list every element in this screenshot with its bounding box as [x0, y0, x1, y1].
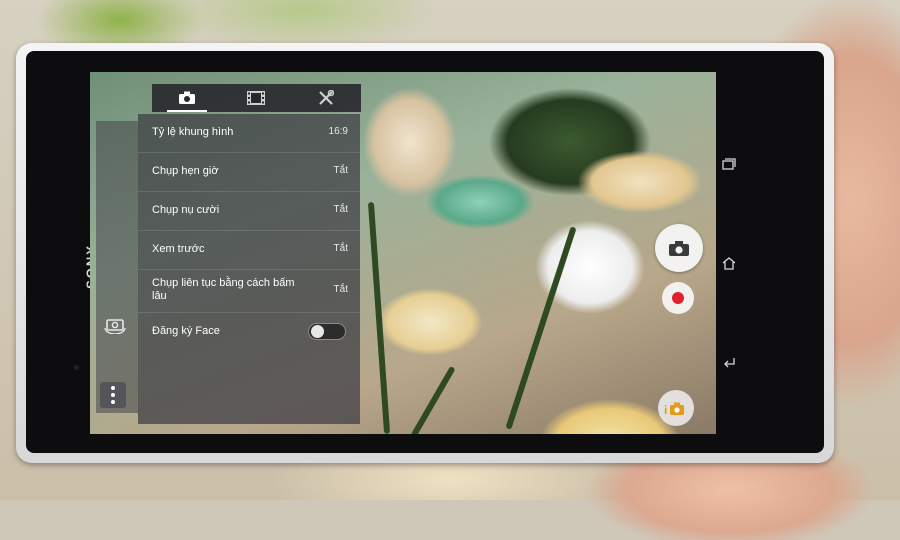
flower-stem — [505, 226, 577, 430]
setting-burst-long-press[interactable]: Chụp liên tục bằng cách bấm lâu Tắt — [138, 270, 360, 313]
setting-preview[interactable]: Xem trước Tắt — [138, 231, 360, 270]
back-icon — [724, 358, 735, 368]
tab-general-settings[interactable] — [306, 84, 346, 112]
toggle-knob — [311, 325, 324, 338]
tab-video[interactable] — [236, 84, 276, 112]
svg-text:i: i — [664, 403, 667, 416]
setting-label: Chụp nụ cười — [152, 204, 220, 216]
setting-value: Tắt — [333, 243, 348, 254]
switch-camera-button[interactable] — [100, 312, 130, 338]
setting-value: Tắt — [333, 204, 348, 215]
flower-stem — [367, 202, 391, 434]
setting-label: Chụp hẹn giờ — [152, 165, 219, 177]
settings-side-strip — [96, 121, 138, 413]
setting-label: Tỷ lệ khung hình — [152, 126, 234, 138]
tools-icon — [319, 90, 335, 105]
setting-self-timer[interactable]: Chụp hẹn giờ Tắt — [138, 153, 360, 192]
setting-face-register[interactable]: Đăng ký Face — [138, 313, 360, 351]
video-record-button[interactable] — [662, 282, 694, 314]
camera-icon — [669, 241, 689, 256]
settings-panel: Tỷ lệ khung hình 16:9 Chụp hẹn giờ Tắt C… — [138, 114, 360, 424]
setting-label: Đăng ký Face — [152, 325, 220, 337]
back-button[interactable] — [717, 350, 741, 374]
front-camera — [74, 365, 79, 370]
home-button[interactable] — [717, 251, 741, 275]
recent-apps-button[interactable] — [717, 152, 741, 176]
shutter-button[interactable] — [655, 224, 703, 272]
record-icon — [672, 292, 684, 304]
face-register-toggle[interactable] — [308, 323, 346, 340]
intelligent-auto-icon: i — [664, 402, 684, 416]
setting-smile-shutter[interactable]: Chụp nụ cười Tắt — [138, 192, 360, 231]
home-icon — [722, 256, 736, 270]
setting-value: Tắt — [333, 284, 348, 295]
settings-tabs — [152, 84, 361, 112]
shooting-mode-button[interactable]: i — [658, 390, 694, 426]
setting-label: Chụp liên tục bằng cách bấm lâu — [152, 277, 295, 302]
recent-apps-icon — [722, 158, 736, 170]
more-options-button[interactable] — [100, 382, 126, 408]
tab-camera[interactable] — [166, 84, 207, 112]
more-vertical-icon — [111, 386, 115, 390]
setting-aspect-ratio[interactable]: Tỷ lệ khung hình 16:9 — [138, 114, 360, 153]
setting-label: Xem trước — [152, 243, 205, 255]
camera-icon — [178, 91, 195, 104]
setting-value: 16:9 — [328, 126, 348, 137]
flower-stem — [410, 365, 456, 434]
setting-value: Tắt — [333, 165, 348, 176]
film-icon — [247, 91, 266, 105]
switch-camera-icon — [104, 319, 126, 334]
